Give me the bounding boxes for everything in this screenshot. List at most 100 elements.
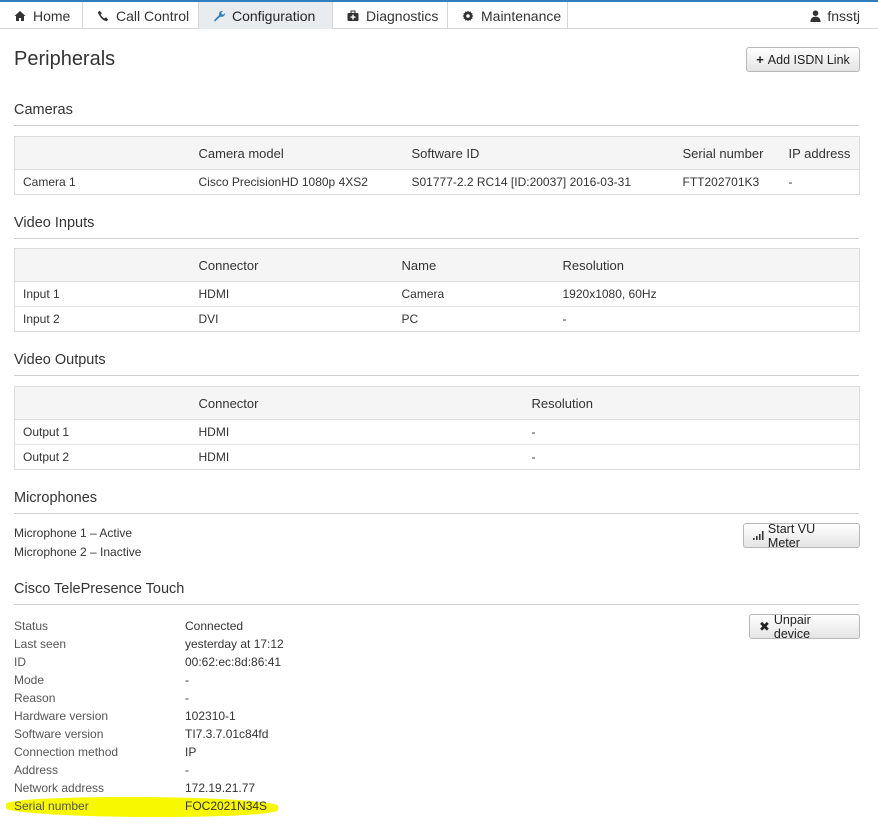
field-label: Network address — [14, 781, 105, 795]
video-inputs-heading: Video Inputs — [14, 215, 859, 239]
field-value: FOC2021N34S — [185, 799, 268, 813]
unpair-device-button[interactable]: ✖ Unpair device — [749, 612, 860, 641]
cameras-table: Camera model Software ID Serial number I… — [14, 136, 860, 195]
tab-maintenance-label: Maintenance — [481, 7, 562, 24]
microphones-heading: Microphones — [14, 490, 859, 514]
field-label: Software version — [14, 727, 104, 741]
field-label: ID — [14, 655, 26, 669]
table-cell: Camera — [393, 281, 555, 307]
field-value: - — [185, 691, 189, 705]
table-cell: - — [554, 306, 860, 332]
user-icon — [810, 9, 822, 22]
field-value: 102310-1 — [185, 709, 236, 723]
unpair-device-label: Unpair device — [773, 612, 811, 641]
table-header-row: Connector Name Resolution — [14, 248, 860, 282]
video-inputs-table: Connector Name Resolution Input 1 HDMI C… — [14, 248, 860, 332]
table-cell: Output 1 — [14, 419, 191, 445]
user-menu[interactable]: fnsstj — [810, 2, 860, 29]
close-icon: ✖ — [759, 618, 770, 634]
field-value: 00:62:ec:8d:86:41 — [185, 655, 282, 669]
table-cell: HDMI — [190, 419, 524, 445]
phone-icon — [97, 10, 109, 21]
table-cell: 1920x1080, 60Hz — [554, 281, 860, 307]
table-cell: HDMI — [190, 281, 394, 307]
tab-home-label: Home — [33, 7, 71, 24]
table-header-row: Camera model Software ID Serial number I… — [14, 136, 860, 170]
table-row: Output 1 HDMI - — [14, 419, 860, 445]
start-vu-meter-label: Start VU Meter — [767, 521, 816, 550]
field-label: Reason — [14, 691, 56, 705]
column-header: Connector — [190, 386, 524, 420]
field-value: Connected — [185, 619, 244, 633]
table-cell: HDMI — [190, 444, 524, 470]
table-row: Camera 1 Cisco PrecisionHD 1080p 4XS2 S0… — [14, 169, 860, 195]
field-value: - — [185, 763, 189, 777]
table-row: Input 2 DVI PC - — [14, 306, 860, 332]
field-label: Connection method — [14, 745, 119, 759]
table-cell: Camera 1 — [14, 169, 191, 195]
top-nav: Home Call Control Configuration Diagnost… — [0, 0, 878, 29]
table-cell: Input 2 — [14, 306, 191, 332]
table-cell: S01777-2.2 RC14 [ID:20037] 2016-03-31 — [403, 169, 675, 195]
table-header-row: Connector Resolution — [14, 386, 860, 420]
wrench-icon — [214, 10, 225, 22]
tab-configuration-label: Configuration — [232, 7, 316, 24]
column-header: Camera model — [190, 136, 404, 170]
column-header — [14, 248, 191, 282]
add-isdn-link-label: Add ISDN Link — [767, 52, 850, 67]
table-row: Output 2 HDMI - — [14, 444, 860, 470]
tab-call-control[interactable]: Call Control — [83, 2, 199, 29]
table-cell: FTT202701K3 — [674, 169, 781, 195]
start-vu-meter-button[interactable]: Start VU Meter — [743, 521, 860, 550]
field-label: Status — [14, 619, 49, 633]
field-value: IP — [185, 745, 197, 759]
table-cell: Cisco PrecisionHD 1080p 4XS2 — [190, 169, 404, 195]
field-label: Hardware version — [14, 709, 109, 723]
table-row: Input 1 HDMI Camera 1920x1080, 60Hz — [14, 281, 860, 307]
table-cell: - — [523, 444, 860, 470]
touch-heading: Cisco TelePresence Touch — [14, 581, 859, 605]
field-label: Address — [14, 763, 59, 777]
column-header: Serial number — [674, 136, 781, 170]
user-name: fnsstj — [827, 7, 860, 24]
medkit-icon — [347, 10, 359, 21]
column-header: Resolution — [523, 386, 860, 420]
field-label: Serial number — [14, 799, 89, 813]
add-isdn-link-button[interactable]: + Add ISDN Link — [746, 47, 860, 72]
column-header: IP address — [780, 136, 860, 170]
signal-bars-icon — [753, 531, 764, 540]
table-cell: Output 2 — [14, 444, 191, 470]
tab-home[interactable]: Home — [0, 2, 83, 29]
microphone-status: Microphone 2 – Inactive — [14, 545, 142, 559]
page-title: Peripherals — [14, 48, 116, 70]
field-value: yesterday at 17:12 — [185, 637, 284, 651]
tab-call-control-label: Call Control — [116, 7, 190, 24]
column-header — [14, 136, 191, 170]
column-header: Name — [393, 248, 555, 282]
field-label: Last seen — [14, 637, 67, 651]
table-cell: DVI — [190, 306, 394, 332]
table-cell: PC — [393, 306, 555, 332]
field-value: - — [185, 673, 189, 687]
microphone-status: Microphone 1 – Active — [14, 526, 133, 540]
video-outputs-table: Connector Resolution Output 1 HDMI - Out… — [14, 386, 860, 470]
field-label: Mode — [14, 673, 45, 687]
tab-diagnostics[interactable]: Diagnostics — [333, 2, 448, 29]
table-cell: Input 1 — [14, 281, 191, 307]
table-cell: - — [523, 419, 860, 445]
column-header — [14, 386, 191, 420]
column-header: Software ID — [403, 136, 675, 170]
field-value: TI7.3.7.01c84fd — [185, 727, 269, 741]
field-value: 172.19.21.77 — [185, 781, 256, 795]
column-header: Connector — [190, 248, 394, 282]
gear-icon — [462, 10, 474, 21]
video-outputs-heading: Video Outputs — [14, 352, 859, 376]
tab-maintenance[interactable]: Maintenance — [448, 2, 568, 29]
column-header: Resolution — [554, 248, 860, 282]
tab-diagnostics-label: Diagnostics — [366, 7, 439, 24]
tab-configuration[interactable]: Configuration — [199, 2, 333, 29]
table-cell: - — [780, 169, 860, 195]
home-icon — [14, 10, 26, 21]
plus-icon: + — [756, 52, 764, 67]
cameras-heading: Cameras — [14, 102, 859, 126]
